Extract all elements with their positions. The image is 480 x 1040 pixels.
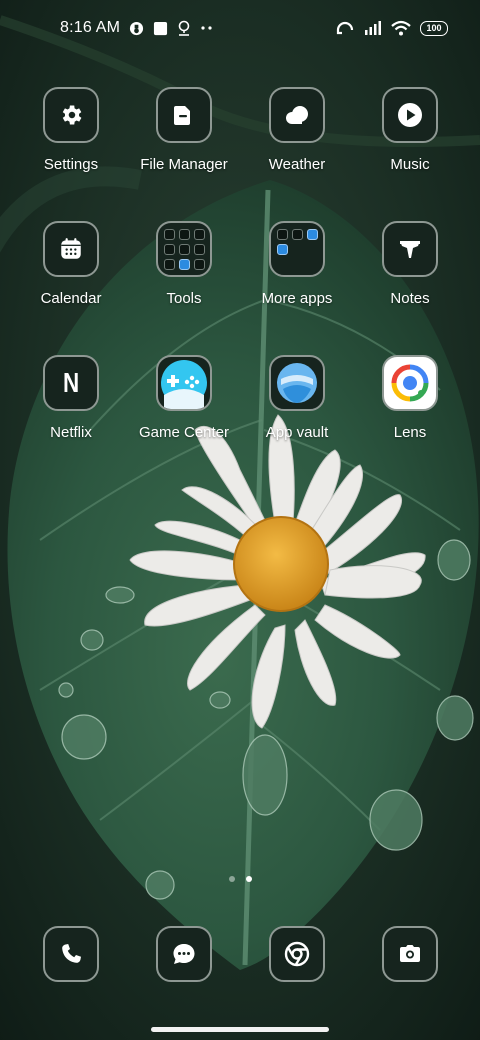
app-game-center[interactable]: Game Center: [128, 355, 240, 441]
hotspot-icon: [335, 20, 355, 36]
app-music[interactable]: Music: [354, 87, 466, 173]
app-lens[interactable]: Lens: [354, 355, 466, 441]
app-calendar[interactable]: Calendar: [15, 221, 127, 307]
dock-chrome[interactable]: [241, 926, 353, 982]
dock-camera[interactable]: [354, 926, 466, 982]
folder-tools[interactable]: Tools: [128, 221, 240, 307]
game-controller-icon: [161, 360, 207, 409]
lens-icon: [391, 364, 429, 402]
app-settings[interactable]: Settings: [15, 87, 127, 173]
folder-label: More apps: [261, 290, 333, 307]
phone-icon: [62, 944, 81, 963]
tools-folder-icon: [163, 228, 205, 270]
app-tile[interactable]: [43, 926, 99, 982]
app-app-vault[interactable]: App vault: [241, 355, 353, 441]
app-tile[interactable]: [43, 221, 99, 277]
app-label: Weather: [268, 156, 326, 173]
app-tile[interactable]: [269, 926, 325, 982]
status-bar: 8:16 AM 100: [0, 0, 480, 56]
app-notes[interactable]: Notes: [354, 221, 466, 307]
page-indicator: [0, 876, 480, 882]
chrome-icon: [284, 941, 310, 967]
app-tile[interactable]: [382, 221, 438, 277]
app-label: Lens: [393, 424, 427, 441]
app-tile[interactable]: [382, 355, 438, 411]
app-label: Netflix: [50, 424, 92, 441]
home-gesture-bar[interactable]: [151, 1027, 329, 1032]
chat-bubble-icon: [173, 944, 195, 964]
signal-bars-icon: [364, 20, 382, 36]
app-tile[interactable]: [269, 355, 325, 411]
app-label: Notes: [390, 290, 430, 307]
app-label: App vault: [265, 424, 329, 441]
more-dots-icon: [200, 25, 214, 31]
app-label: Game Center: [138, 424, 230, 441]
app-label: File Manager: [140, 156, 228, 173]
app-tile[interactable]: [382, 926, 438, 982]
vpn-icon: [129, 21, 144, 36]
square-notification-icon: [153, 21, 168, 36]
netflix-icon: N: [62, 367, 80, 398]
app-file-manager[interactable]: File Manager: [128, 87, 240, 173]
dock-phone[interactable]: [15, 926, 127, 982]
app-tile[interactable]: [43, 87, 99, 143]
app-netflix[interactable]: N Netflix: [15, 355, 127, 441]
cloud-icon: [286, 106, 308, 124]
app-tile[interactable]: [156, 926, 212, 982]
app-label: Calendar: [40, 290, 102, 307]
status-time: 8:16 AM: [60, 19, 121, 36]
app-weather[interactable]: Weather: [241, 87, 353, 173]
app-tile[interactable]: N: [43, 355, 99, 411]
gear-icon: [62, 105, 82, 125]
app-tile[interactable]: [156, 355, 212, 411]
battery-indicator: 100: [420, 20, 448, 36]
app-vault-icon: [277, 363, 317, 403]
app-tile[interactable]: [269, 87, 325, 143]
folder-more-apps[interactable]: More apps: [241, 221, 353, 307]
notes-icon: [400, 241, 420, 258]
location-pin-icon: [177, 20, 191, 36]
folder-icon: [174, 106, 190, 125]
app-label: Settings: [43, 156, 99, 173]
app-tile[interactable]: [382, 87, 438, 143]
folder-tile[interactable]: [269, 221, 325, 277]
app-label: Music: [390, 156, 430, 173]
more-apps-folder-icon: [276, 228, 318, 270]
app-tile[interactable]: [156, 87, 212, 143]
page-dot[interactable]: [228, 876, 235, 882]
camera-icon: [400, 945, 420, 962]
calendar-icon: [61, 238, 81, 259]
dock-messages[interactable]: [128, 926, 240, 982]
folder-label: Tools: [166, 290, 202, 307]
wifi-icon: [391, 20, 411, 36]
page-dot-active[interactable]: [245, 876, 252, 882]
folder-tile[interactable]: [156, 221, 212, 277]
play-icon: [398, 103, 422, 127]
